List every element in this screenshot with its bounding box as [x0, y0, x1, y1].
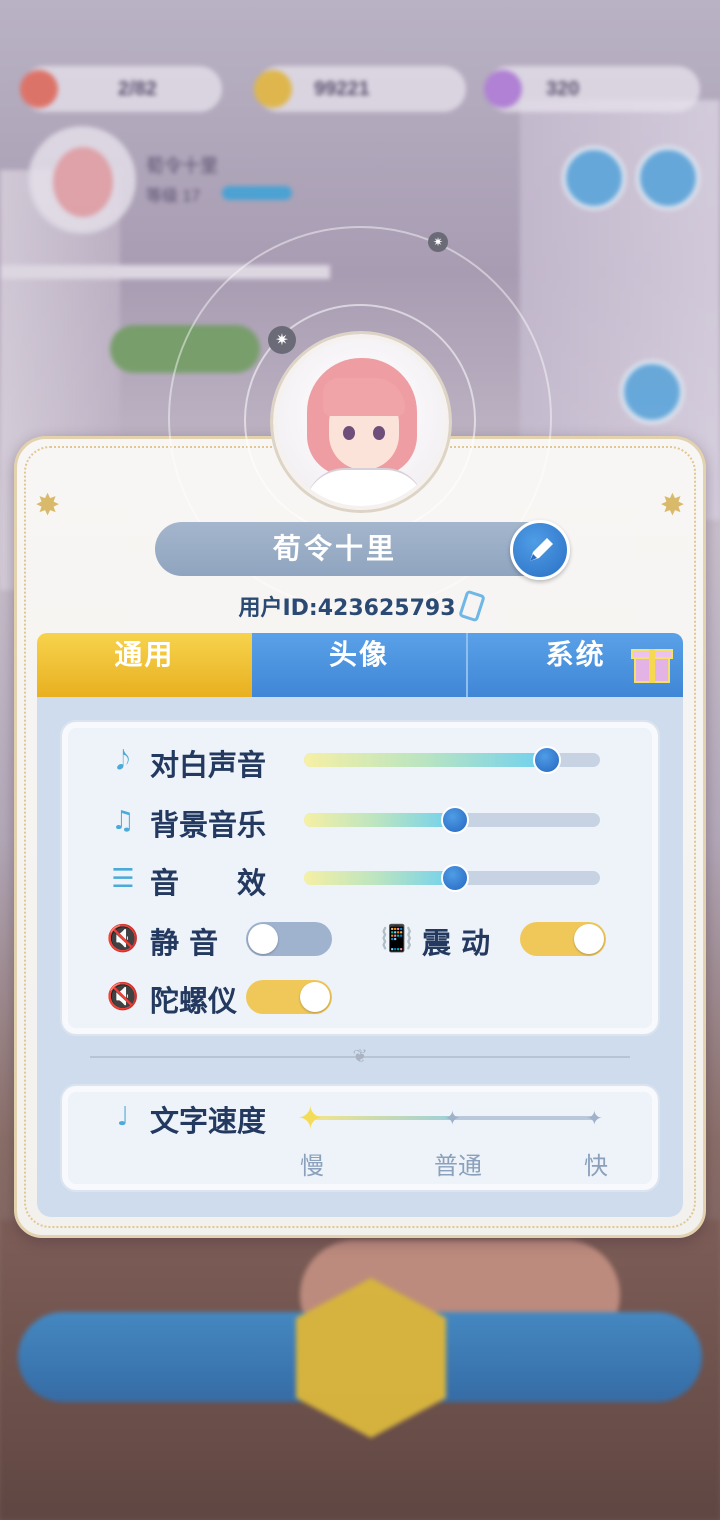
divider-ornament-icon: ❦ [352, 1046, 368, 1067]
user-id-row: 用户ID:423625793 [0, 589, 720, 623]
slider-knob[interactable] [532, 746, 561, 774]
gift-icon [631, 641, 674, 685]
sfx-slider[interactable] [304, 864, 600, 892]
vibration-toggle[interactable] [520, 922, 606, 956]
bgm-label: 背景音乐 [150, 808, 267, 842]
speaker-muted-icon: 🔇 [106, 982, 140, 1012]
player-name: 荀令十里 [155, 522, 555, 576]
copy-id-icon[interactable] [457, 589, 486, 623]
voice-note-icon: 𝅘𝅥𝅮 [116, 746, 130, 776]
hud-level: 等级 17 [146, 188, 201, 205]
speed-selected-star-icon[interactable]: ✦ [297, 1102, 324, 1134]
coin-value: 99221 [314, 78, 370, 100]
tab-system[interactable]: 系统 [466, 633, 684, 697]
toggle-knob [248, 924, 278, 954]
speaker-muted-icon: 🔇 [106, 924, 140, 954]
corner-ornament-icon: ✸ [35, 488, 61, 523]
slider-fill [304, 871, 455, 885]
speed-stop-icon[interactable]: ✦ [444, 1108, 461, 1128]
tab-avatar[interactable]: 头像 [251, 633, 467, 697]
edit-name-button[interactable] [510, 520, 570, 580]
stamina-icon [20, 70, 58, 108]
sfx-label: 音 效 [150, 866, 267, 900]
tab-label: 头像 [329, 638, 390, 671]
toggle-knob [300, 982, 330, 1012]
gem-icon [484, 70, 522, 108]
speed-option-fast[interactable]: 快 [584, 1146, 608, 1181]
hud-avatar [28, 126, 136, 234]
phone-vibrate-icon: 📳 [380, 924, 414, 954]
text-speed-fill [312, 1116, 454, 1120]
gem-value: 320 [546, 78, 580, 100]
hud-side-button [620, 360, 684, 424]
user-id-value: 423625793 [317, 596, 456, 621]
speed-option-slow[interactable]: 慢 [300, 1146, 324, 1181]
user-id-label: 用户ID: [238, 596, 318, 621]
dialogue-voice-slider[interactable] [304, 746, 600, 774]
slider-fill [304, 753, 547, 767]
hud-gift-button [636, 146, 700, 210]
speed-stop-icon[interactable]: ✦ [586, 1108, 603, 1128]
bgm-slider[interactable] [304, 806, 600, 834]
text-speed-label: 文字速度 [150, 1104, 267, 1138]
speed-option-normal[interactable]: 普通 [434, 1146, 482, 1181]
text-speed-icon: ♩ [116, 1102, 130, 1132]
corner-ornament-icon: ✸ [659, 488, 685, 523]
tab-general[interactable]: 通用 [37, 633, 252, 697]
gyroscope-toggle[interactable] [246, 980, 332, 1014]
hud-exp-bar [222, 186, 292, 200]
slider-knob[interactable] [440, 864, 469, 892]
coin-icon [254, 70, 292, 108]
vibration-label: 震 动 [422, 926, 491, 960]
orbit-star-icon: ✷ [428, 232, 448, 252]
equalizer-icon: ☰ [111, 864, 135, 894]
dialogue-voice-label: 对白声音 [150, 748, 267, 782]
tab-label: 通用 [114, 638, 175, 671]
profile-avatar[interactable] [273, 334, 449, 510]
settings-tabs: 通用 头像 系统 [37, 633, 684, 697]
tab-label: 系统 [545, 638, 606, 671]
avatar-eye [373, 426, 385, 440]
avatar-eye [343, 426, 355, 440]
orbit-star-icon: ✷ [268, 326, 296, 354]
hud-shop-button [562, 146, 626, 210]
mute-toggle[interactable] [246, 922, 332, 956]
music-note-icon: ♫ [111, 806, 135, 836]
gyroscope-label: 陀螺仪 [150, 984, 238, 1018]
stamina-value: 2/82 [118, 78, 157, 100]
pencil-icon [530, 538, 553, 561]
mute-label: 静 音 [150, 926, 219, 960]
slider-fill [304, 813, 455, 827]
avatar-bangs [323, 378, 405, 416]
avatar-body [305, 468, 425, 506]
toggle-knob [574, 924, 604, 954]
slider-knob[interactable] [440, 806, 469, 834]
hud-player-name: 荀令十里 [146, 156, 218, 176]
